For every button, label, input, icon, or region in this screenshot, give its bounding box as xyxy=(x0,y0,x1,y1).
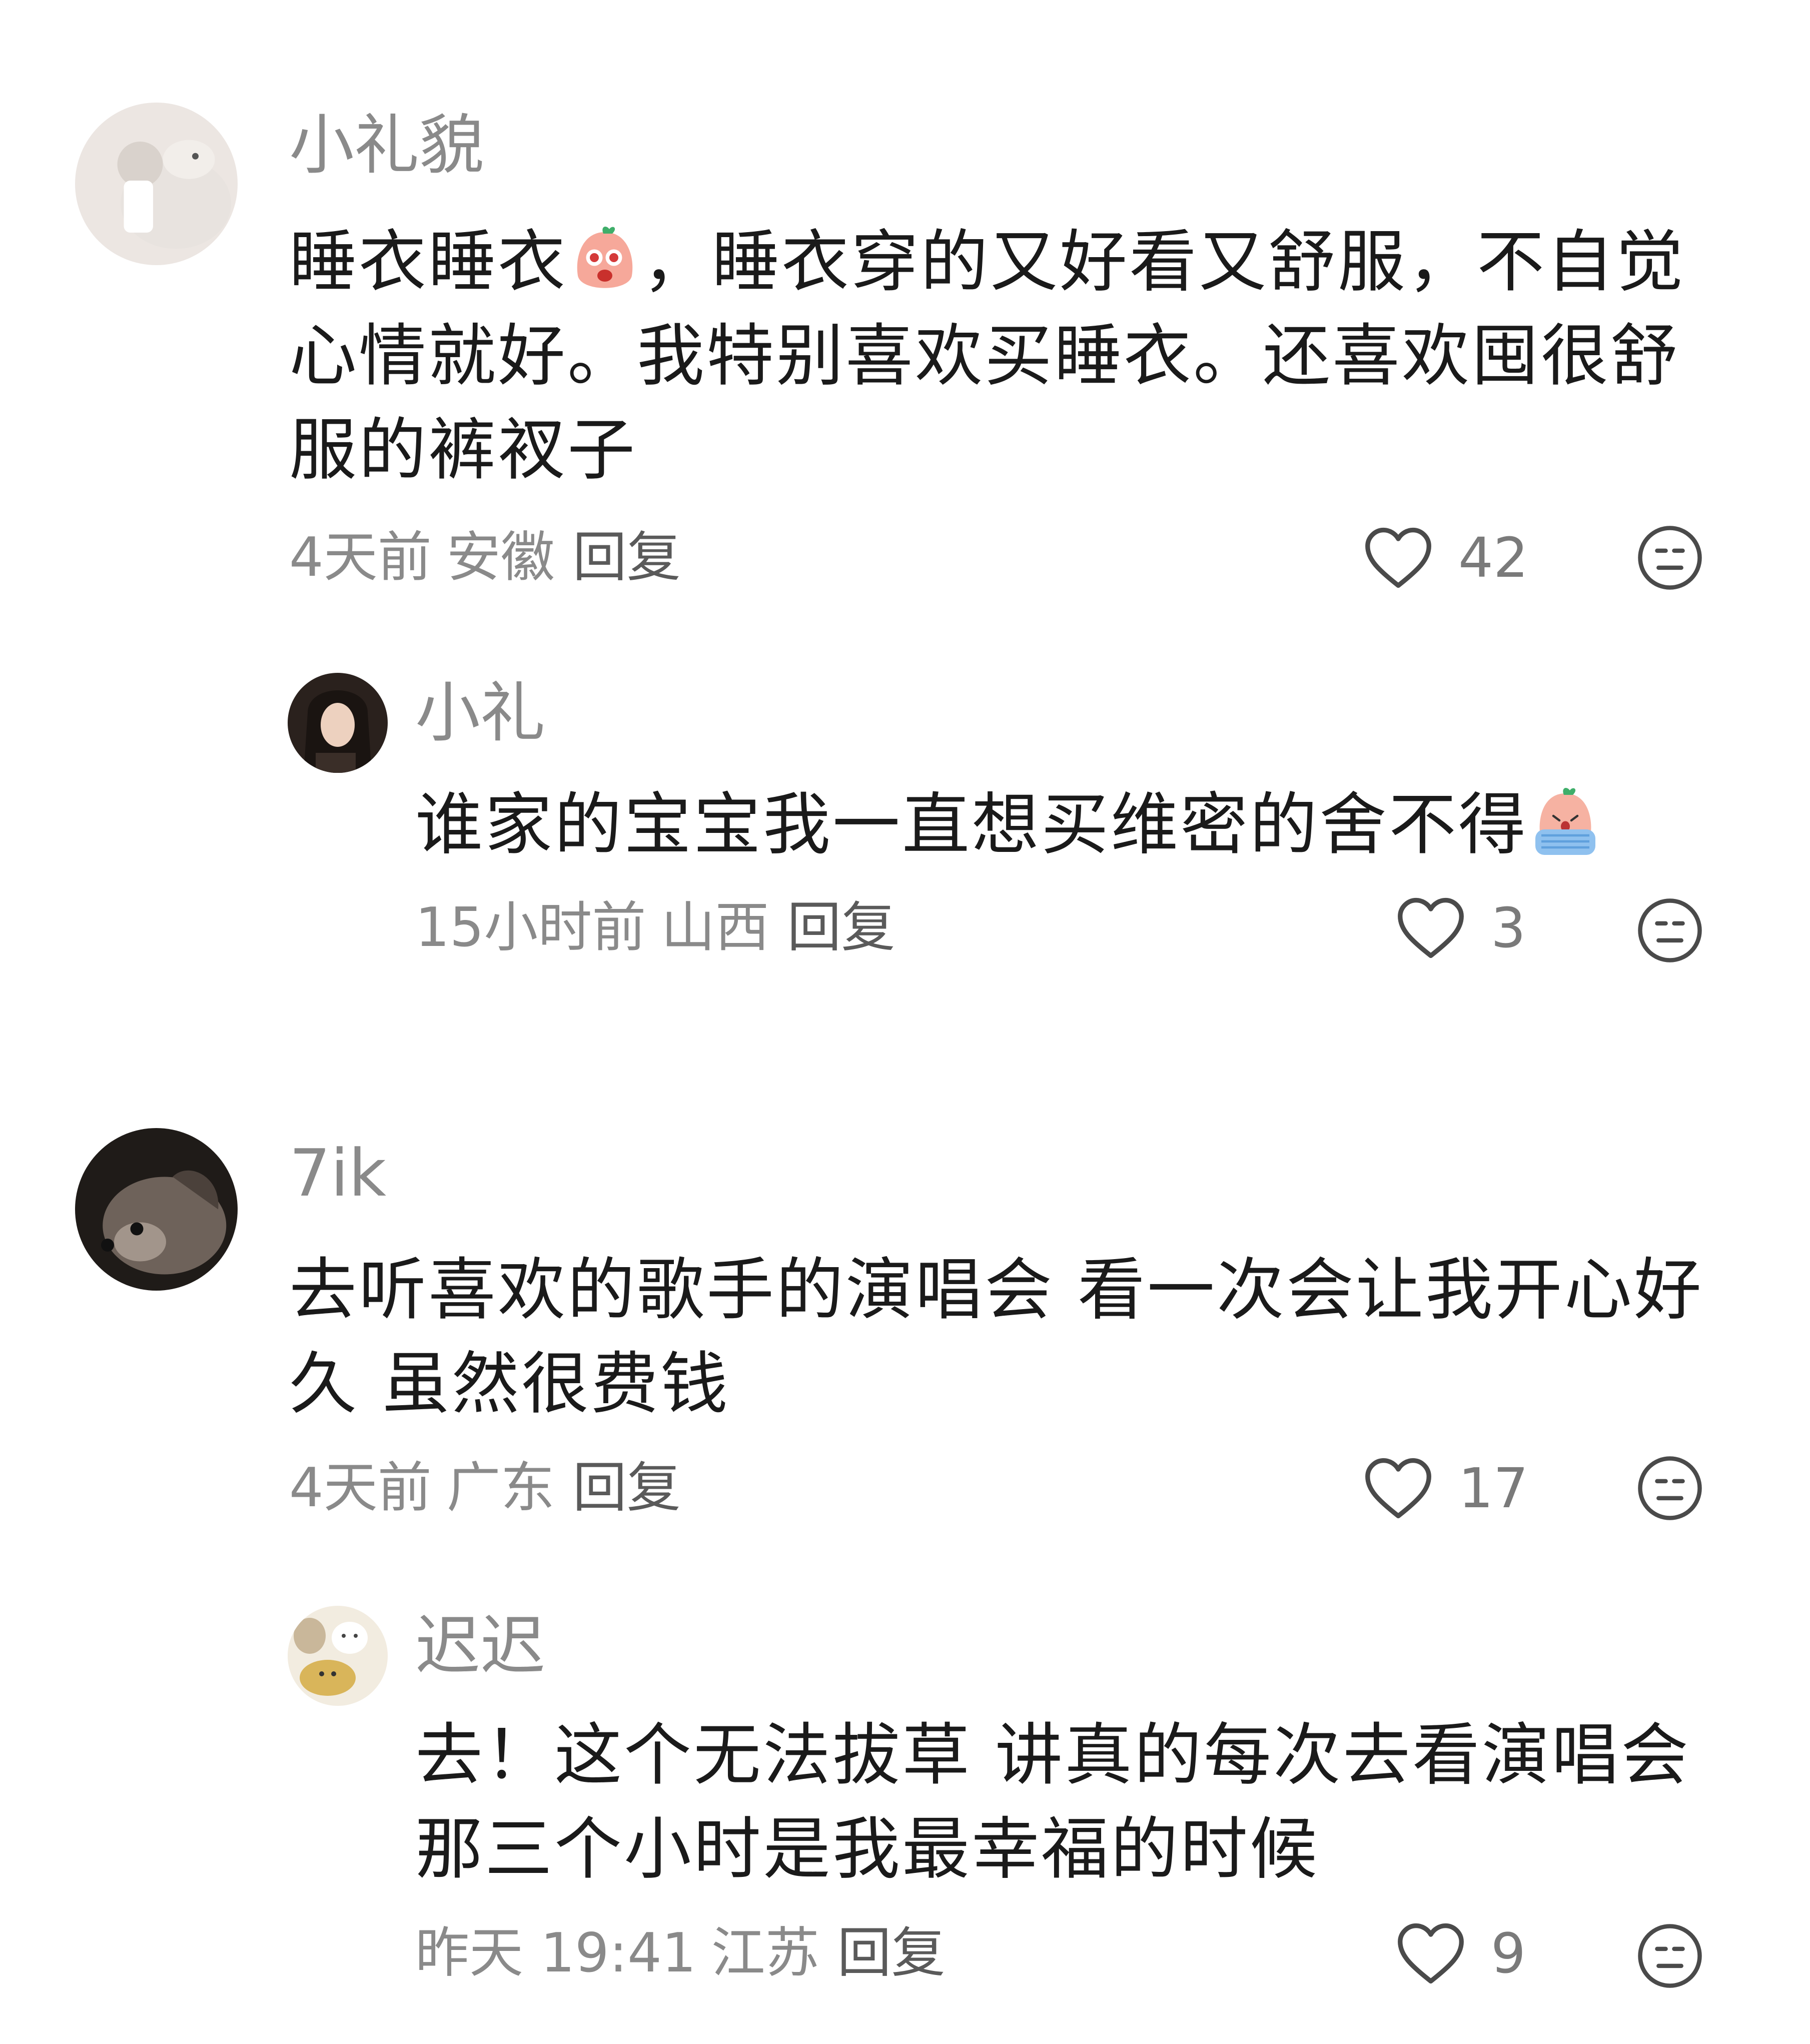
avatar-image xyxy=(75,103,238,265)
username[interactable]: 小礼貌 xyxy=(289,105,484,185)
comment-location: 广东 xyxy=(446,1457,555,1519)
avatar-image xyxy=(75,1128,238,1291)
avatar-image xyxy=(288,673,388,773)
like-count: 42 xyxy=(1458,526,1528,590)
comment-meta: 15小时前 山西 回复 xyxy=(415,895,895,960)
neutral-face-icon xyxy=(1638,1456,1702,1520)
comment-text: 去听喜欢的歌手的演唱会 看一次会让我开心好久 虽然很费钱 xyxy=(289,1243,1720,1431)
comment-time: 4天前 xyxy=(289,526,432,589)
comment-time: 4天前 xyxy=(289,1457,432,1519)
comment-meta: 4天前 广东 回复 xyxy=(289,1456,681,1521)
comment-text-part: 去听喜欢的歌手的演唱会 看一次会让我开心好久 虽然很费钱 xyxy=(289,1251,1703,1423)
avatar[interactable] xyxy=(75,103,238,265)
username[interactable]: 小礼 xyxy=(415,673,545,753)
heart-outline-icon xyxy=(1365,527,1431,588)
comment-text-part: 睡衣睡衣 xyxy=(289,223,567,301)
avatar[interactable] xyxy=(288,673,388,773)
neutral-face-icon xyxy=(1638,526,1702,590)
heart-outline-icon xyxy=(1365,1458,1431,1519)
like-button[interactable]: 42 xyxy=(1363,525,1528,590)
dislike-button[interactable] xyxy=(1636,1922,1704,1990)
comment-location: 山西 xyxy=(661,896,769,959)
comment-text-part: 谁家的宝宝我一直想买维密的舍不得 xyxy=(415,785,1528,864)
comment-text: 睡衣睡衣 ，睡衣穿的又好看又舒服，不自觉心情就好。我特别喜欢买睡衣。还喜欢囤很舒… xyxy=(289,215,1720,497)
neutral-face-icon xyxy=(1638,898,1702,962)
comment-text: 谁家的宝宝我一直想买维密的舍不得 xyxy=(415,778,1726,872)
comment-time: 昨天 19:41 xyxy=(415,1922,696,1984)
dislike-button[interactable] xyxy=(1636,524,1704,592)
comment-meta: 昨天 19:41 江苏 回复 xyxy=(415,1921,946,1986)
comment-location: 江苏 xyxy=(711,1922,819,1984)
reply-button[interactable]: 回复 xyxy=(573,1457,681,1519)
dislike-button[interactable] xyxy=(1636,1454,1704,1522)
avatar-image xyxy=(288,1606,388,1706)
like-count: 17 xyxy=(1458,1456,1528,1520)
username[interactable]: 迟迟 xyxy=(415,1606,545,1686)
comment-text-part: 去！这个无法拔草 讲真的每次去看演唱会那三个小时是我最幸福的时候 xyxy=(415,1716,1690,1888)
like-button[interactable]: 17 xyxy=(1363,1456,1528,1521)
avatar[interactable] xyxy=(75,1128,238,1291)
neutral-face-icon xyxy=(1638,1924,1702,1988)
avatar[interactable] xyxy=(288,1606,388,1706)
like-count: 9 xyxy=(1491,1921,1526,1985)
like-button[interactable]: 9 xyxy=(1396,1921,1526,1986)
crying-peach-emoji xyxy=(1528,786,1603,861)
like-button[interactable]: 3 xyxy=(1396,895,1526,960)
reply-button[interactable]: 回复 xyxy=(837,1922,946,1984)
username[interactable]: 7ik xyxy=(289,1133,386,1213)
reply-button[interactable]: 回复 xyxy=(787,896,895,959)
like-count: 3 xyxy=(1491,896,1526,960)
reply-button[interactable]: 回复 xyxy=(573,526,681,589)
comment-location: 安徽 xyxy=(446,526,555,589)
comment-text: 去！这个无法拔草 讲真的每次去看演唱会那三个小时是我最幸福的时候 xyxy=(415,1708,1726,1896)
dislike-button[interactable] xyxy=(1636,896,1704,964)
surprised-peach-emoji xyxy=(567,223,642,298)
comment-time: 15小时前 xyxy=(415,896,646,959)
heart-outline-icon xyxy=(1398,1923,1464,1984)
comment-meta: 4天前 安徽 回复 xyxy=(289,525,681,590)
heart-outline-icon xyxy=(1398,897,1464,958)
